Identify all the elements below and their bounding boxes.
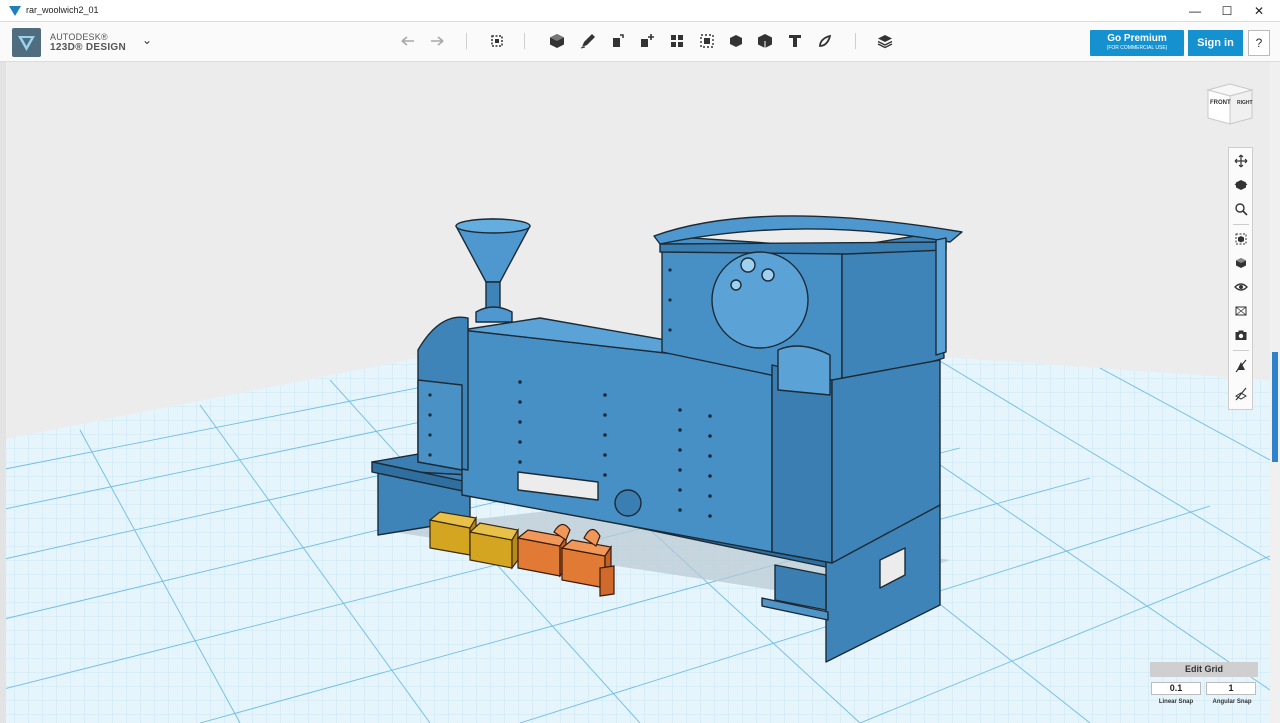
camera-icon [1235,330,1247,340]
help-button[interactable]: ? [1248,30,1270,56]
toolbar-divider [524,33,525,49]
zoom-icon [1235,203,1248,216]
scrollbar-thumb[interactable] [1272,352,1278,462]
window-titlebar: rar_woolwich2_01 — ☐ ✕ [0,0,1280,22]
viewcube-front-label[interactable]: FRONT [1210,100,1231,106]
navigation-bar [1228,147,1253,410]
undo-icon [401,36,414,46]
primitives-button[interactable] [546,30,568,52]
app-menu-chevron[interactable]: ⌄ [142,33,152,47]
window-title: rar_woolwich2_01 [26,5,99,15]
fit-button[interactable] [1231,229,1251,249]
grid-panel: Edit Grid 0.1 1 Linear Snap Angular Snap [1150,662,1258,720]
toolbar-divider [855,33,856,49]
construct-button[interactable] [606,30,628,52]
toolbar-divider [466,33,467,49]
angular-snap-label: Angular Snap [1212,699,1252,705]
redo-button[interactable] [426,30,448,52]
combine-button[interactable] [725,30,747,52]
snap-toggle-button[interactable] [1231,356,1251,376]
brand-line1: AUTODESK® [50,32,108,42]
close-button[interactable]: ✕ [1244,0,1274,22]
yellow-part-2[interactable] [468,522,519,570]
nav-divider [1233,350,1249,351]
views-button[interactable] [1231,253,1251,273]
linear-snap-input[interactable]: 0.1 [1151,682,1201,695]
modify-button[interactable] [636,30,658,52]
grouping-button[interactable] [696,30,718,52]
undo-button[interactable] [397,30,419,52]
grid-toggle-button[interactable] [1231,384,1251,404]
viewcube[interactable]: FRONT RIGHT [1202,80,1258,128]
construct-icon [613,34,624,47]
grid-toggle-icon [1235,387,1247,401]
pattern-icon [671,35,683,47]
snap-icon [819,34,832,47]
scene-canvas[interactable] [0,62,1270,723]
3d-viewport[interactable] [0,62,1270,723]
redo-icon [431,36,444,46]
camera-button[interactable] [1231,325,1251,345]
logo-mark-icon [18,36,35,51]
material-button[interactable] [874,30,896,52]
maximize-button[interactable]: ☐ [1212,0,1242,22]
pattern-button[interactable] [666,30,688,52]
go-premium-button[interactable]: Go Premium (FOR COMMERCIAL USE) [1090,30,1184,56]
measure-icon [758,34,772,48]
edit-grid-button[interactable]: Edit Grid [1150,662,1258,677]
text-button[interactable] [784,30,806,52]
left-window-edge [0,62,6,723]
yellow-part-1[interactable] [428,511,477,557]
vertical-scrollbar[interactable] [1270,62,1280,723]
snap-button[interactable] [814,30,836,52]
premium-sublabel: (FOR COMMERCIAL USE) [1106,45,1168,51]
angular-snap-input[interactable]: 1 [1206,682,1256,695]
linear-snap-label: Linear Snap [1158,699,1194,705]
visibility-button[interactable] [1231,277,1251,297]
sketch-icon [580,34,595,49]
orbit-button[interactable] [1231,175,1251,195]
snap-toggle-icon [1235,359,1247,373]
text-icon [789,35,801,47]
views-icon [1236,258,1246,268]
visibility-icon [1234,283,1248,291]
orbit-icon [1234,180,1248,190]
brand-line2: 123D® DESIGN [50,42,126,53]
measure-button[interactable] [754,30,776,52]
minimize-button[interactable]: — [1180,0,1210,22]
app-logo-icon [9,6,21,16]
grouping-icon [700,34,714,48]
transform-button[interactable] [486,30,508,52]
modify-icon [641,34,654,47]
viewcube-right-label[interactable]: RIGHT [1237,100,1253,106]
combine-icon [730,35,742,47]
nav-divider [1233,224,1249,225]
materials-icon [1235,306,1247,316]
sketch-button[interactable] [577,30,599,52]
materials-button[interactable] [1231,301,1251,321]
main-toolbar: AUTODESK® 123D® DESIGN ⌄ Go Premium (FOR… [0,22,1280,62]
pan-icon [1234,154,1248,168]
pan-button[interactable] [1231,151,1251,171]
premium-label: Go Premium [1107,33,1167,44]
fit-icon [1235,233,1247,245]
zoom-button[interactable] [1231,199,1251,219]
material-icon [877,35,893,49]
app-logo[interactable] [12,28,41,57]
primitives-icon [550,34,564,48]
transform-icon [491,35,503,47]
sign-in-button[interactable]: Sign in [1188,30,1243,56]
